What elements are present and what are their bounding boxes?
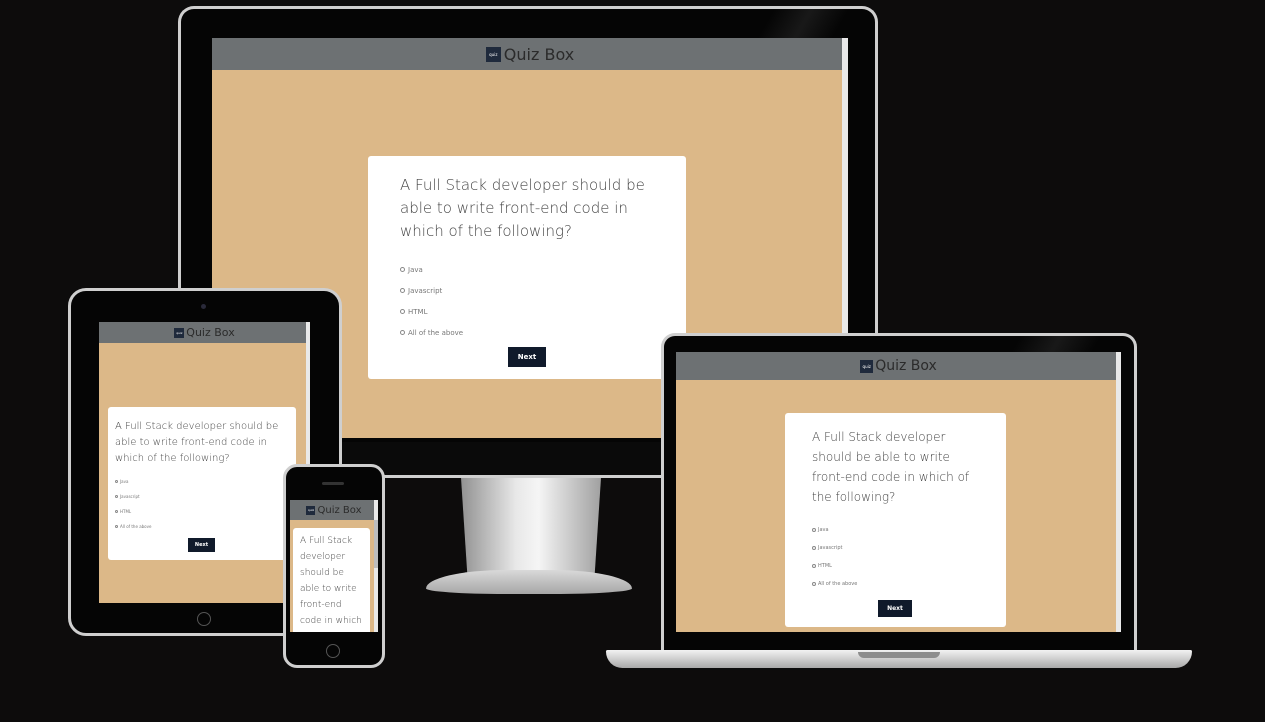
radio-unchecked-icon[interactable]: [400, 267, 405, 272]
answer-option[interactable]: All of the above: [400, 322, 654, 343]
quiz-logo-icon[interactable]: quiz: [860, 359, 874, 373]
quiz-card: A Full Stack developer should be able to…: [785, 413, 1006, 627]
radio-unchecked-icon[interactable]: [812, 528, 816, 532]
radio-unchecked-icon[interactable]: [400, 288, 405, 293]
question-text: A Full Stack developer should be able to…: [300, 536, 362, 626]
site-title[interactable]: Quiz Box: [186, 326, 234, 339]
quiz-logo-icon[interactable]: quiz: [306, 505, 316, 515]
answer-option[interactable]: Javascript: [400, 280, 654, 301]
phone-screen: quiz Quiz Box A Full Stack developer sho…: [290, 500, 378, 632]
question-text: A Full Stack developer should be able to…: [812, 430, 970, 504]
answer-option[interactable]: HTML: [812, 557, 979, 575]
scrollbar[interactable]: [1116, 352, 1121, 632]
answer-option[interactable]: Javascript: [115, 489, 289, 504]
site-header: quiz Quiz Box: [212, 38, 848, 70]
monitor-stand-base: [426, 570, 632, 594]
scrollbar-thumb[interactable]: [374, 520, 378, 568]
site-header: quiz Quiz Box: [676, 352, 1121, 380]
radio-unchecked-icon[interactable]: [115, 480, 118, 483]
radio-unchecked-icon[interactable]: [400, 309, 405, 314]
next-button[interactable]: Next: [508, 347, 546, 367]
laptop-screen: quiz Quiz Box A Full Stack developer sho…: [676, 352, 1121, 632]
quiz-card: A Full Stack developer should be able to…: [108, 407, 296, 560]
next-button[interactable]: Next: [878, 600, 912, 617]
question-text: A Full Stack developer should be able to…: [400, 176, 645, 240]
monitor-stand-neck: [460, 470, 602, 585]
question-text: A Full Stack developer should be able to…: [115, 421, 279, 464]
radio-unchecked-icon[interactable]: [812, 546, 816, 550]
quiz-card: A Full Stack developer should be able to…: [293, 528, 370, 632]
laptop-hinge-notch: [858, 652, 940, 658]
site-header: quiz Quiz Box: [290, 500, 378, 520]
answer-option[interactable]: HTML: [115, 504, 289, 519]
tablet-screen: quiz Quiz Box A Full Stack developer sho…: [99, 322, 310, 603]
tablet-home-button: [197, 612, 211, 626]
quiz-card: A Full Stack developer should be able to…: [368, 156, 686, 379]
quiz-logo-icon[interactable]: quiz: [485, 46, 501, 62]
quiz-logo-icon[interactable]: quiz: [174, 327, 185, 338]
answer-option[interactable]: All of the above: [812, 575, 979, 593]
radio-unchecked-icon[interactable]: [115, 495, 118, 498]
answer-option[interactable]: Java: [400, 259, 654, 280]
site-title[interactable]: Quiz Box: [504, 45, 574, 64]
radio-unchecked-icon[interactable]: [115, 525, 118, 528]
answer-option[interactable]: Java: [115, 474, 289, 489]
phone-speaker: [322, 482, 344, 485]
site-header: quiz Quiz Box: [99, 322, 310, 343]
answer-option[interactable]: Javascript: [812, 539, 979, 557]
tablet-camera: [201, 304, 206, 309]
site-title[interactable]: Quiz Box: [317, 505, 361, 516]
site-title[interactable]: Quiz Box: [875, 358, 937, 374]
answer-option[interactable]: Java: [812, 521, 979, 539]
radio-unchecked-icon[interactable]: [812, 564, 816, 568]
radio-unchecked-icon[interactable]: [812, 582, 816, 586]
radio-unchecked-icon[interactable]: [115, 510, 118, 513]
radio-unchecked-icon[interactable]: [400, 330, 405, 335]
next-button[interactable]: Next: [188, 538, 215, 552]
answer-option[interactable]: All of the above: [115, 519, 289, 534]
answer-option[interactable]: HTML: [400, 301, 654, 322]
phone-home-button: [326, 644, 340, 658]
